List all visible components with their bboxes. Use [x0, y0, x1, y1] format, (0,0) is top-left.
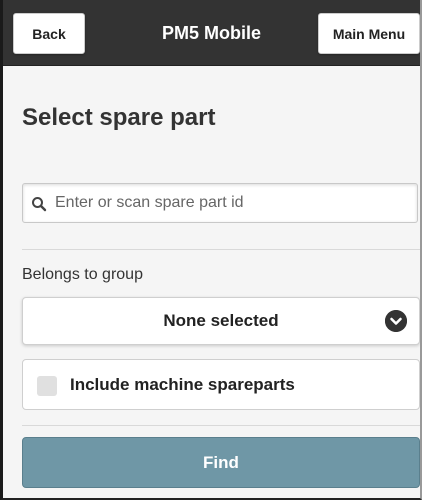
- divider: [22, 249, 420, 250]
- include-machine-label: Include machine spareparts: [70, 375, 295, 394]
- search-input[interactable]: [55, 184, 411, 222]
- search-field[interactable]: [22, 183, 418, 223]
- search-icon: [31, 196, 47, 212]
- header-bar: PM5 Mobile Back Main Menu: [3, 0, 420, 66]
- group-select[interactable]: None selected: [22, 297, 420, 345]
- back-button[interactable]: Back: [13, 13, 85, 54]
- page-title: Select spare part: [22, 104, 216, 131]
- include-machine-checkbox[interactable]: [37, 376, 57, 396]
- find-button[interactable]: Find: [22, 437, 420, 488]
- group-label: Belongs to group: [22, 266, 143, 283]
- chevron-down-circle-icon: [385, 310, 407, 332]
- app-frame: PM5 Mobile Back Main Menu Select spare p…: [0, 0, 422, 500]
- include-machine-spareparts-toggle[interactable]: Include machine spareparts: [22, 359, 420, 410]
- divider: [22, 425, 420, 426]
- main-menu-button[interactable]: Main Menu: [318, 13, 420, 54]
- group-select-value: None selected: [163, 311, 279, 330]
